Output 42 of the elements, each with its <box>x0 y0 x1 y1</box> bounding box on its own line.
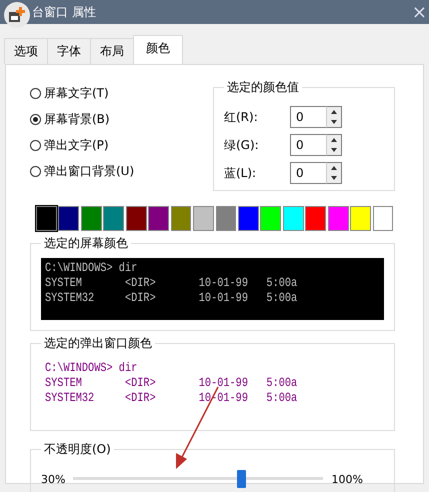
radio-option[interactable]: 弹出窗口背景(U) <box>30 163 134 180</box>
color-swatch[interactable] <box>103 206 124 231</box>
tab[interactable]: 选项 <box>4 38 48 64</box>
color-swatch[interactable] <box>58 206 80 231</box>
color-swatch[interactable] <box>328 206 349 231</box>
close-button[interactable]: × <box>410 2 429 22</box>
field-label: 绿(G): <box>224 136 260 154</box>
color-swatch[interactable] <box>305 206 326 231</box>
color-swatch[interactable] <box>193 206 214 231</box>
console-line: C:\WINDOWS> dir <box>45 361 138 376</box>
color-swatch[interactable] <box>350 206 371 231</box>
field-label: 蓝(L): <box>224 164 258 182</box>
color-swatch[interactable] <box>282 206 304 231</box>
window-title: 台窗口 属性 <box>32 4 96 20</box>
console-line: SYSTEM <DIR> 10-01-99 5:00a <box>45 376 298 391</box>
field-label: 红(R): <box>224 108 259 126</box>
console-line: SYSTEM <DIR> 10-01-99 5:00a <box>45 276 298 291</box>
value-field[interactable]: 0 <box>290 134 326 156</box>
console-line: SYSTEM32 <DIR> 10-01-99 5:00a <box>45 291 298 306</box>
min-label: 30% <box>41 472 66 486</box>
color-swatch[interactable] <box>80 206 102 231</box>
value-field[interactable]: 0 <box>290 106 326 128</box>
console-line: C:\WINDOWS> dir <box>45 261 138 276</box>
tab[interactable]: 颜色 <box>133 35 183 64</box>
group-title: 选定的弹出窗口颜色 <box>43 335 153 352</box>
radio-option[interactable]: 弹出文字(P) <box>30 137 134 154</box>
max-label: 100% <box>331 472 363 486</box>
group-title: 选定的颜色值 <box>226 79 300 96</box>
color-swatch[interactable] <box>36 206 57 231</box>
radio-option[interactable]: 屏幕背景(B) <box>30 111 134 128</box>
color-swatch[interactable] <box>238 206 259 231</box>
group-title: 不透明度(O) <box>43 441 112 458</box>
color-swatch[interactable] <box>260 206 282 231</box>
color-swatch[interactable] <box>372 206 394 231</box>
color-swatch[interactable] <box>216 206 236 231</box>
color-swatch[interactable] <box>148 206 170 231</box>
radio-option[interactable]: 屏幕文字(T) <box>30 85 134 102</box>
color-swatch[interactable] <box>170 206 192 231</box>
color-swatch[interactable] <box>126 206 147 231</box>
slider-thumb[interactable] <box>236 470 246 488</box>
value-field[interactable]: 0 <box>290 162 326 184</box>
group-title: 选定的屏幕颜色 <box>43 235 129 252</box>
